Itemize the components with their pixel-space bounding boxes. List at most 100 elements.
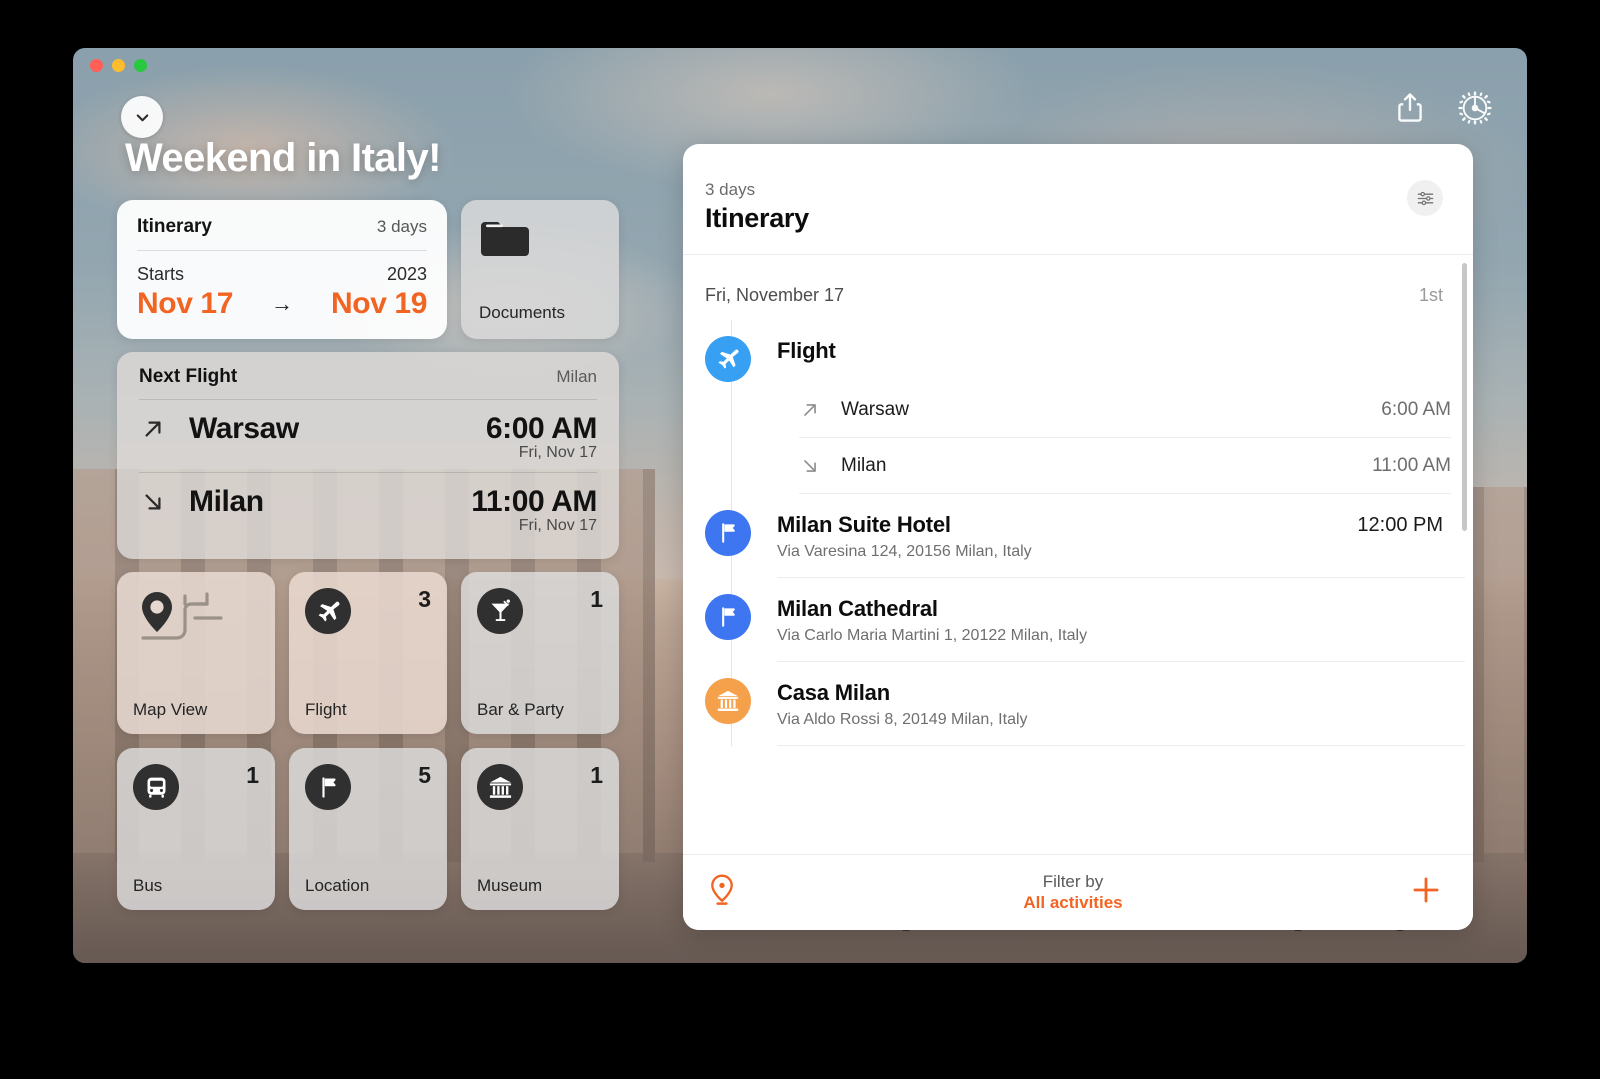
next-flight-title: Next Flight (139, 366, 238, 387)
panel-footer: Filter by All activities (683, 854, 1473, 930)
timeline-event-flight[interactable]: Flight (705, 320, 1473, 382)
arrival-time: 11:00 AM (471, 485, 597, 518)
tile-flight[interactable]: 3 Flight (289, 572, 447, 734)
category-tiles-grid: Map View 3 Flight 1 Bar & Party 1 Bus 5 … (117, 572, 619, 910)
itinerary-card-title: Itinerary (137, 216, 212, 237)
event-name: Milan Suite Hotel (777, 512, 951, 537)
next-flight-destination: Milan (556, 367, 597, 386)
leg-time: 11:00 AM (1372, 455, 1451, 476)
cocktail-icon (491, 598, 510, 621)
panel-scrollbar[interactable] (1462, 263, 1467, 531)
panel-title-group: 3 days Itinerary (705, 180, 809, 234)
day-date: Fri, November 17 (705, 285, 845, 305)
panel-body: Fri, November 17 1st Flight Warsaw 6:00 … (683, 255, 1473, 854)
share-icon (1398, 93, 1422, 122)
flag-icon (722, 607, 735, 627)
folder-icon (481, 222, 529, 256)
panel-eyebrow: 3 days (705, 180, 756, 199)
tile-bar-party[interactable]: 1 Bar & Party (461, 572, 619, 734)
flag-icon-badge (705, 594, 751, 640)
start-date: Nov 17 (137, 287, 233, 320)
location-pin-icon (711, 874, 733, 905)
tile-count: 1 (590, 762, 603, 788)
trip-title: Weekend in Italy! (125, 136, 441, 180)
tile-location[interactable]: 5 Location (289, 748, 447, 910)
airplane-icon (718, 349, 739, 369)
next-flight-leg-departure: Warsaw 6:00 AM Fri, Nov 17 (139, 400, 597, 472)
itinerary-summary-card[interactable]: Itinerary 3 days Starts 2023 Nov 17 → No… (117, 200, 447, 339)
itinerary-card-days: 3 days (376, 217, 427, 236)
timeline-event-cathedral[interactable]: Milan Cathedral Via Carlo Maria Martini … (705, 578, 1473, 662)
zoom-button[interactable] (134, 59, 147, 72)
itinerary-detail-panel: 3 days Itinerary Fri, November 17 1st Fl… (683, 144, 1473, 930)
desktop-background: Weekend in Italy! Itinerary 3 days Start… (0, 0, 1600, 1079)
panel-header: 3 days Itinerary (683, 144, 1473, 255)
flag-icon (321, 776, 336, 798)
map-pin-icon (141, 592, 223, 640)
share-button[interactable] (1395, 92, 1425, 129)
timeline-event-casa-milan[interactable]: Casa Milan Via Aldo Rossi 8, 20149 Milan… (705, 662, 1473, 746)
leg-city: Warsaw (841, 399, 909, 420)
arrival-city: Milan (189, 485, 264, 518)
flag-icon-badge (305, 764, 351, 810)
minimize-button[interactable] (112, 59, 125, 72)
filter-by-control[interactable]: Filter by All activities (737, 871, 1409, 914)
departure-date: Fri, Nov 17 (518, 444, 597, 461)
panel-filter-button[interactable] (1407, 180, 1443, 216)
year-label: 2023 (386, 264, 427, 284)
museum-icon-badge (705, 678, 751, 724)
timeline-event-hotel[interactable]: Milan Suite Hotel Via Varesina 124, 2015… (705, 494, 1473, 578)
tile-count: 3 (418, 586, 431, 612)
museum-icon (489, 776, 511, 798)
event-time: 12:00 PM (1357, 514, 1443, 536)
event-name: Flight (777, 338, 836, 363)
tile-map-view[interactable]: Map View (117, 572, 275, 734)
tile-label: Flight (305, 700, 347, 719)
event-address: Via Carlo Maria Martini 1, 20122 Milan, … (777, 627, 1088, 644)
airplane-icon-badge (705, 336, 751, 382)
leg-city: Milan (841, 455, 887, 476)
gear-icon (1458, 91, 1492, 125)
map-pin-button[interactable] (707, 873, 737, 912)
tile-museum[interactable]: 1 Museum (461, 748, 619, 910)
next-flight-card[interactable]: Next Flight Milan Warsaw 6:00 AM Fri, No… (117, 352, 619, 559)
starts-label: Starts (137, 264, 185, 284)
departure-city: Warsaw (189, 412, 299, 445)
tile-bus[interactable]: 1 Bus (117, 748, 275, 910)
tile-count: 1 (246, 762, 259, 788)
flight-leg-departure[interactable]: Warsaw 6:00 AM (799, 382, 1451, 438)
window-traffic-lights (90, 59, 147, 72)
tile-label: Bus (133, 876, 163, 895)
airplane-icon (318, 601, 339, 622)
documents-label: Documents (479, 303, 565, 322)
plus-icon (1413, 877, 1439, 902)
tile-label: Bar & Party (477, 700, 564, 719)
itinerary-card-header: Itinerary 3 days (137, 216, 427, 250)
close-button[interactable] (90, 59, 103, 72)
documents-card[interactable]: Documents (461, 200, 619, 339)
flight-leg-arrival[interactable]: Milan 11:00 AM (799, 438, 1451, 494)
chevron-down-icon (136, 113, 148, 121)
add-activity-button[interactable] (1409, 873, 1443, 913)
tile-label: Location (305, 876, 370, 895)
itinerary-date-range: Nov 17 → Nov 19 (137, 287, 427, 321)
app-window: Weekend in Italy! Itinerary 3 days Start… (73, 48, 1527, 963)
panel-title: Itinerary (705, 203, 809, 233)
itinerary-timeline: Flight Warsaw 6:00 AM Milan 11:00 AM Mil… (683, 320, 1473, 746)
day-header: Fri, November 17 1st (683, 255, 1473, 320)
day-ordinal: 1st (1418, 285, 1443, 305)
bus-icon-badge (133, 764, 179, 810)
departure-time: 6:00 AM (485, 412, 598, 445)
tile-label: Map View (133, 700, 208, 719)
flag-icon-badge (705, 510, 751, 556)
arrival-date: Fri, Nov 17 (518, 517, 597, 534)
event-address: Via Varesina 124, 20156 Milan, Italy (777, 543, 1032, 560)
settings-button[interactable] (1457, 90, 1493, 131)
sliders-icon (1417, 191, 1433, 205)
airplane-icon-badge (305, 588, 351, 634)
cocktail-icon-badge (477, 588, 523, 634)
arrow-down-right-icon (804, 460, 816, 472)
collapse-button[interactable] (121, 96, 163, 138)
next-flight-header: Next Flight Milan (139, 366, 597, 399)
flag-icon (722, 523, 735, 543)
